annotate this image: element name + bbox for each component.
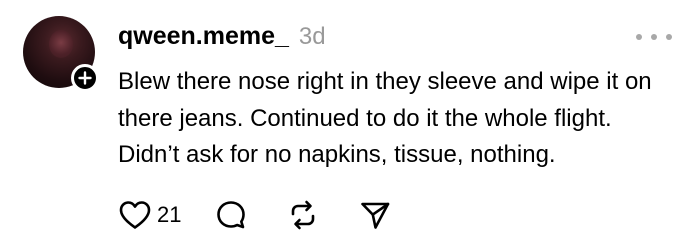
ellipsis-icon — [666, 34, 672, 40]
share-button[interactable] — [359, 199, 391, 231]
ellipsis-icon — [651, 34, 657, 40]
like-button[interactable]: 21 — [118, 199, 181, 231]
comment-bubble-icon — [217, 201, 246, 229]
follow-button[interactable] — [71, 64, 99, 92]
ellipsis-icon — [636, 34, 642, 40]
paper-plane-icon — [361, 202, 390, 229]
post-text: Blew there nose right in they sleeve and… — [118, 68, 652, 168]
username[interactable]: qween.meme_ — [118, 22, 289, 51]
plus-icon — [78, 71, 92, 85]
timestamp: 3d — [298, 23, 326, 50]
post-header: qween.meme_ 3d — [118, 22, 326, 56]
like-count: 21 — [157, 202, 182, 227]
reply-button[interactable] — [215, 199, 247, 231]
action-bar: 21 — [118, 198, 391, 232]
avatar-face — [49, 30, 73, 58]
heart-icon — [119, 201, 151, 229]
repost-arrows-icon — [292, 200, 315, 230]
avatar-container — [23, 16, 99, 92]
repost-button[interactable] — [287, 199, 319, 231]
thread-post: qween.meme_ 3d Blew there nose right in … — [0, 0, 700, 252]
more-options-button[interactable] — [636, 30, 672, 44]
